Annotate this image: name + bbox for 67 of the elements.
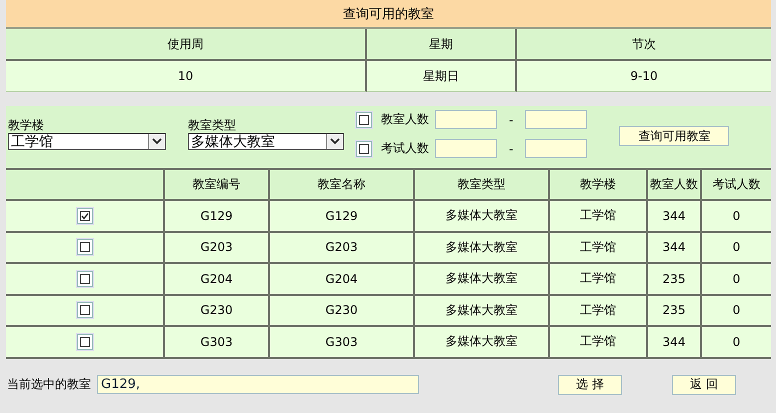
table-cell: G203 (165, 232, 270, 264)
table-cell: G230 (270, 296, 415, 327)
table-cell: 多媒体大教室 (415, 296, 550, 327)
checkbox[interactable] (76, 270, 92, 287)
table-cell: 工学馆 (550, 201, 648, 232)
field-label: 教室类型 (188, 118, 237, 133)
table-cell: G303 (165, 327, 270, 358)
field-label: 教室人数 (381, 111, 429, 128)
field-label: 考试人数 (381, 140, 429, 157)
table-cell: 工学馆 (550, 296, 648, 327)
table-cell: 235 (648, 264, 702, 296)
table-cell: 多媒体大教室 (415, 264, 550, 296)
range-separator: - (509, 142, 514, 156)
column-header: 教学楼 (550, 170, 648, 201)
table-cell: 0 (702, 232, 771, 264)
caret-icon (148, 134, 165, 149)
select-button[interactable]: 选 择 (558, 374, 622, 394)
table-cell: 工学馆 (550, 327, 648, 358)
range-separator: - (509, 112, 514, 126)
input-field[interactable] (525, 110, 588, 129)
table-cell: 星期日 (367, 61, 517, 92)
table-cell: G204 (270, 264, 415, 296)
caret-icon (326, 134, 343, 149)
table-cell: 344 (648, 232, 702, 264)
table-cell: 0 (702, 201, 771, 232)
table-cell: G230 (165, 296, 270, 327)
column-header: 教室人数 (648, 170, 702, 201)
input-field[interactable] (435, 110, 497, 129)
input-field[interactable]: G129, (97, 375, 419, 394)
table-cell: G203 (270, 232, 415, 264)
checkbox[interactable] (356, 112, 372, 128)
field-label: 教学楼 (8, 118, 45, 133)
checkbox[interactable] (356, 140, 372, 156)
checkbox[interactable] (76, 334, 92, 350)
checkbox[interactable] (76, 208, 92, 224)
table-cell: 多媒体大教室 (415, 327, 550, 358)
table-cell: 344 (648, 327, 702, 358)
query-button[interactable]: 查询可用教室 (619, 126, 730, 146)
table-cell: 多媒体大教室 (415, 232, 550, 264)
table-cell: 工学馆 (550, 232, 648, 264)
dropdown[interactable]: 工学馆 (8, 133, 166, 150)
input-field[interactable] (435, 139, 497, 158)
table-cell: 0 (702, 264, 771, 296)
table-cell: G303 (270, 327, 415, 358)
table-cell: 0 (702, 327, 771, 358)
column-header: 考试人数 (702, 170, 771, 201)
dropdown[interactable]: 多媒体大教室 (188, 133, 344, 150)
table-cell: 多媒体大教室 (415, 201, 550, 232)
table-cell: G204 (165, 264, 270, 296)
table-cell: 344 (648, 201, 702, 232)
field-label: 当前选中的教室 (7, 376, 91, 393)
input-field[interactable] (525, 139, 588, 158)
panel-title: 查询可用的教室 (6, 0, 771, 29)
check-icon (80, 212, 88, 220)
checkbox[interactable] (76, 302, 92, 318)
column-header: 教室类型 (415, 170, 550, 201)
column-header: 教室编号 (165, 170, 270, 201)
column-header: 教室名称 (270, 170, 415, 201)
checkbox[interactable] (76, 239, 92, 256)
table-cell: 9-10 (517, 61, 771, 92)
table-cell: G129 (165, 201, 270, 232)
table-cell: 235 (648, 296, 702, 327)
table-cell: G129 (270, 201, 415, 232)
table-cell: 10 (6, 61, 367, 92)
table-cell: 工学馆 (550, 264, 648, 296)
table-cell: 0 (702, 296, 771, 327)
back-button[interactable]: 返 回 (672, 374, 736, 394)
